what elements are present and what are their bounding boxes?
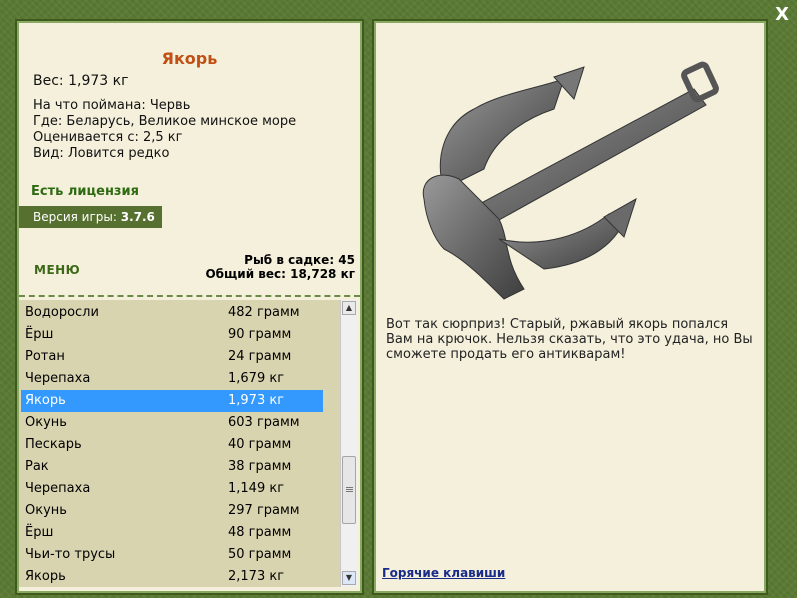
catch-item-name: Окунь	[25, 503, 67, 518]
catch-list-item[interactable]: Рак 38 грамм	[21, 456, 323, 478]
catch-item-name: Ёрш	[25, 525, 54, 540]
catch-item-name: Якорь	[25, 393, 66, 408]
game-version-bar: Версия игры: 3.7.6	[19, 206, 162, 228]
catch-item-weight: 90 грамм	[228, 327, 292, 342]
anchor-image	[422, 61, 719, 300]
catch-list-item[interactable]: Окунь 603 грамм	[21, 412, 323, 434]
catch-item-name: Пескарь	[25, 437, 82, 452]
catch-list-item[interactable]: Чьи-то трусы 50 грамм	[21, 544, 323, 566]
close-icon[interactable]: X	[775, 5, 789, 25]
list-scrollbar[interactable]: ▲ ▼	[340, 300, 358, 587]
catch-item-name: Водоросли	[25, 305, 99, 320]
catch-item-weight: 1,149 кг	[228, 481, 285, 496]
keepnet-stats: Рыб в садке: 45 Общий вес: 18,728 кг	[205, 253, 355, 281]
catch-item-name: Ротан	[25, 349, 65, 364]
fish-picture-panel: Вот так сюрприз! Старый, ржавый якорь по…	[372, 19, 768, 595]
catch-item-name: Черепаха	[25, 371, 91, 386]
catch-item-name: Черепаха	[25, 481, 91, 496]
catch-item-name: Ёрш	[25, 327, 54, 342]
catch-list-item[interactable]: Якорь 2,173 кг	[21, 566, 323, 587]
catch-item-weight: 48 грамм	[228, 525, 292, 540]
catch-list-item[interactable]: Ёрш 48 грамм	[21, 522, 323, 544]
catch-item-name: Якорь	[25, 569, 66, 584]
catch-item-weight: 603 грамм	[228, 415, 300, 430]
fish-description: Вот так сюрприз! Старый, ржавый якорь по…	[386, 317, 753, 362]
catch-item-weight: 482 грамм	[228, 305, 300, 320]
catch-item-name: Рак	[25, 459, 49, 474]
caught-on-text: На что поймана: Червь	[33, 98, 191, 113]
catch-item-weight: 38 грамм	[228, 459, 292, 474]
total-weight: Общий вес: 18,728 кг	[205, 267, 355, 281]
version-label: Версия игры:	[33, 210, 117, 224]
catch-list[interactable]: Водоросли 482 грамм Ёрш 90 грамм Ротан 24 гра…	[19, 300, 358, 587]
menu-button[interactable]: МЕНЮ	[34, 263, 80, 277]
catch-list-item[interactable]: Окунь 297 грамм	[21, 500, 323, 522]
catch-item-weight: 50 грамм	[228, 547, 292, 562]
hotkeys-link[interactable]: Горячие клавиши	[382, 566, 505, 580]
version-value: 3.7.6	[120, 210, 155, 224]
catch-list-item[interactable]: Ротан 24 грамм	[21, 346, 323, 368]
location-text: Где: Беларусь, Великое минское море	[33, 114, 297, 129]
fish-details: На что поймана: Червь Где: Беларусь, Вел…	[33, 98, 296, 162]
catch-item-weight: 40 грамм	[228, 437, 292, 452]
catch-item-name: Чьи-то трусы	[25, 547, 116, 562]
fish-weight: Вес: 1,973 кг	[33, 73, 129, 89]
scrollbar-thumb[interactable]	[342, 456, 356, 524]
fish-title: Якорь	[161, 49, 218, 68]
catch-item-weight: 24 грамм	[228, 349, 292, 364]
license-status: Есть лицензия	[31, 184, 139, 199]
scroll-up-arrow-icon[interactable]: ▲	[342, 301, 356, 315]
catch-item-weight: 1,679 кг	[228, 371, 285, 386]
catch-item-weight: 1,973 кг	[228, 393, 285, 408]
catch-list-item[interactable]: Черепаха 1,149 кг	[21, 478, 323, 500]
catch-list-item[interactable]: Пескарь 40 грамм	[21, 434, 323, 456]
valuation-text: Оценивается с: 2,5 кг	[33, 130, 183, 145]
catch-item-weight: 2,173 кг	[228, 569, 285, 584]
catch-list-item[interactable]: Черепаха 1,679 кг	[21, 368, 323, 390]
fish-info-panel: Якорь Вес: 1,973 кг На что поймана: Черв…	[15, 19, 364, 595]
fish-count: Рыб в садке: 45	[244, 253, 355, 267]
catch-list-item[interactable]: Якорь 1,973 кг	[21, 390, 323, 412]
scroll-down-arrow-icon[interactable]: ▼	[342, 571, 356, 585]
catch-item-weight: 297 грамм	[228, 503, 300, 518]
catch-list-item[interactable]: Ёрш 90 грамм	[21, 324, 323, 346]
dashed-divider	[19, 295, 360, 297]
catch-item-name: Окунь	[25, 415, 67, 430]
catch-list-item[interactable]: Водоросли 482 грамм	[21, 302, 323, 324]
rarity-text: Вид: Ловится редко	[33, 146, 170, 161]
